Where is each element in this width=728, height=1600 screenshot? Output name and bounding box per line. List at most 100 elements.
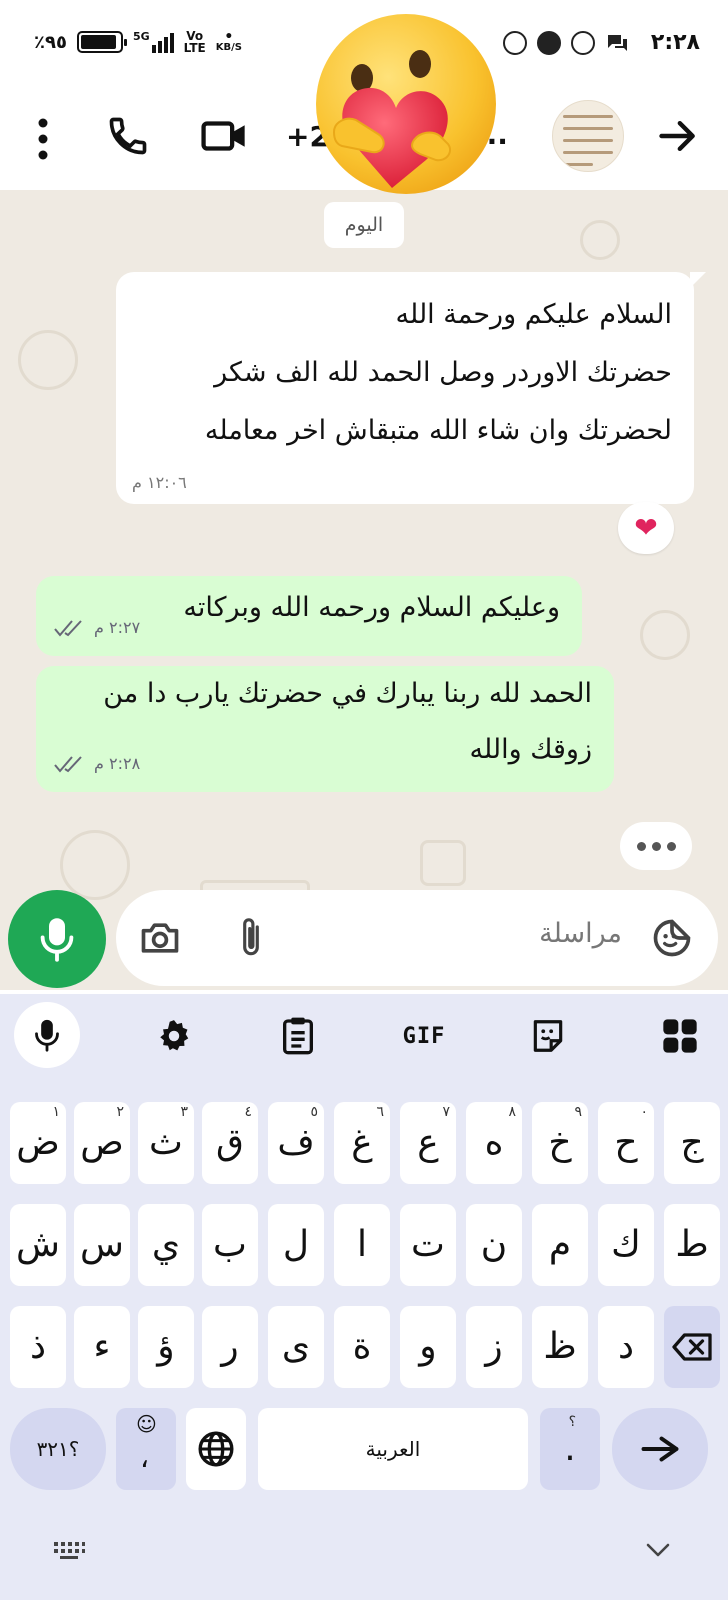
key[interactable]: ت bbox=[400, 1204, 456, 1286]
key[interactable]: ن bbox=[466, 1204, 522, 1286]
space-key[interactable]: العربية bbox=[258, 1408, 528, 1490]
key[interactable]: ٣ث bbox=[138, 1102, 194, 1184]
date-separator: اليوم bbox=[324, 202, 404, 248]
key[interactable]: ك bbox=[598, 1204, 654, 1286]
key[interactable]: ط bbox=[664, 1204, 720, 1286]
settings-button[interactable] bbox=[146, 1008, 202, 1064]
outgoing-message[interactable]: وعليكم السلام ورحمه الله وبركاته ٢:٢٧ م bbox=[36, 576, 582, 656]
language-key[interactable] bbox=[186, 1408, 246, 1490]
volte-indicator: Vo LTE bbox=[184, 30, 206, 54]
comma-label: ، bbox=[140, 1441, 150, 1474]
key[interactable]: ٦غ bbox=[334, 1102, 390, 1184]
reaction-heart[interactable]: ❤ bbox=[618, 502, 674, 554]
key-label: ح bbox=[614, 1122, 638, 1163]
arrow-forward-icon[interactable] bbox=[656, 114, 700, 158]
key[interactable]: ز bbox=[466, 1306, 522, 1388]
chevron-down-icon[interactable] bbox=[644, 1540, 672, 1560]
message-time: ١٢:٠٦ م bbox=[132, 473, 187, 492]
key[interactable]: ج bbox=[664, 1102, 720, 1184]
wallpaper-doodle bbox=[640, 610, 690, 660]
key[interactable]: ظ bbox=[532, 1306, 588, 1388]
key-label: ت bbox=[411, 1224, 445, 1265]
key[interactable]: ء bbox=[74, 1306, 130, 1388]
key[interactable]: ١ض bbox=[10, 1102, 66, 1184]
key[interactable]: ى bbox=[268, 1306, 324, 1388]
messenger-icon bbox=[502, 30, 527, 55]
key[interactable]: ٨ه bbox=[466, 1102, 522, 1184]
key-hint: ٩ bbox=[574, 1104, 582, 1120]
key[interactable]: و bbox=[400, 1306, 456, 1388]
key[interactable]: ي bbox=[138, 1204, 194, 1286]
chat-bubbles-icon bbox=[606, 34, 627, 51]
key[interactable]: ٢ص bbox=[74, 1102, 130, 1184]
key[interactable]: س bbox=[74, 1204, 130, 1286]
network-type: 5G bbox=[132, 30, 150, 43]
key[interactable]: ٧ع bbox=[400, 1102, 456, 1184]
key-label: ي bbox=[151, 1224, 181, 1265]
incoming-message[interactable]: السلام عليكم ورحمة الله حضرتك الاوردر وص… bbox=[116, 272, 706, 504]
message-line: وعليكم السلام ورحمه الله وبركاته bbox=[183, 592, 560, 623]
avatar[interactable] bbox=[552, 100, 624, 172]
key-hint: ٤ bbox=[244, 1104, 252, 1120]
key-hint: ؟ bbox=[568, 1414, 576, 1430]
smiley-icon: ☺ bbox=[136, 1412, 157, 1436]
video-icon[interactable] bbox=[200, 114, 250, 158]
key-label: د bbox=[617, 1326, 635, 1367]
apps-grid-button[interactable] bbox=[652, 1008, 708, 1064]
key-label: ض bbox=[16, 1122, 60, 1163]
signal-icon bbox=[151, 31, 174, 53]
more-vert-icon[interactable] bbox=[30, 114, 56, 164]
backspace-key[interactable] bbox=[664, 1306, 720, 1388]
key[interactable]: ذ bbox=[10, 1306, 66, 1388]
care-emoji-sticker[interactable] bbox=[310, 12, 500, 200]
space-label: العربية bbox=[365, 1437, 421, 1461]
key[interactable]: م bbox=[532, 1204, 588, 1286]
key[interactable]: ا bbox=[334, 1204, 390, 1286]
mic-icon bbox=[40, 918, 74, 962]
sticker-icon[interactable] bbox=[650, 916, 694, 960]
keyboard-voice-button[interactable] bbox=[14, 1002, 80, 1068]
key[interactable]: ٩خ bbox=[532, 1102, 588, 1184]
mic-icon bbox=[35, 1019, 59, 1052]
key-label: ى bbox=[281, 1326, 311, 1367]
double-check-icon bbox=[54, 755, 82, 773]
messenger-icon bbox=[536, 30, 561, 55]
keyboard-toolbar: GIF bbox=[0, 994, 728, 1078]
wallpaper-doodle bbox=[60, 830, 130, 900]
key[interactable]: د bbox=[598, 1306, 654, 1388]
key-label: ظ bbox=[543, 1326, 577, 1367]
clipboard-button[interactable] bbox=[270, 1008, 326, 1064]
key[interactable]: ٠ح bbox=[598, 1102, 654, 1184]
voice-record-button[interactable] bbox=[8, 890, 106, 988]
key[interactable]: ر bbox=[202, 1306, 258, 1388]
emoji-comma-key[interactable]: ☺ ، bbox=[116, 1408, 176, 1490]
key[interactable]: ٤ق bbox=[202, 1102, 258, 1184]
key-label: ب bbox=[213, 1224, 247, 1265]
symbols-key[interactable]: ؟٣٢١ bbox=[10, 1408, 106, 1490]
key[interactable]: ة bbox=[334, 1306, 390, 1388]
key[interactable]: ٥ف bbox=[268, 1102, 324, 1184]
key-hint: ٥ bbox=[310, 1104, 318, 1120]
keyboard[interactable]: GIF ج ٠ح ٩خ ٨ه ٧ع ٦غ ٥ف ٤ق ٣ث ٢ص ١ض ط ك … bbox=[0, 994, 728, 1600]
phone-icon[interactable] bbox=[106, 114, 150, 158]
keyboard-icon[interactable] bbox=[52, 1540, 86, 1562]
key-hint: ٨ bbox=[508, 1104, 516, 1120]
key[interactable]: ب bbox=[202, 1204, 258, 1286]
key[interactable]: ش bbox=[10, 1204, 66, 1286]
enter-key[interactable] bbox=[612, 1408, 708, 1490]
gif-button[interactable]: GIF bbox=[396, 1008, 452, 1064]
camera-icon[interactable] bbox=[138, 916, 182, 960]
period-key[interactable]: ؟ . bbox=[540, 1408, 600, 1490]
message-time: ٢:٢٨ م bbox=[94, 754, 141, 773]
battery-icon bbox=[76, 31, 127, 53]
key-label: و bbox=[419, 1326, 437, 1367]
attach-icon[interactable] bbox=[234, 916, 268, 960]
key-label: ؤ bbox=[157, 1326, 175, 1367]
key[interactable]: ؤ bbox=[138, 1306, 194, 1388]
chat-area[interactable]: اليوم السلام عليكم ورحمة الله حضرتك الاو… bbox=[0, 190, 728, 990]
sticker-button[interactable] bbox=[520, 1008, 576, 1064]
message-input[interactable]: مراسلة bbox=[116, 890, 718, 986]
key[interactable]: ل bbox=[268, 1204, 324, 1286]
outgoing-message[interactable]: الحمد لله ربنا يبارك في حضرتك يارب دا من… bbox=[36, 666, 614, 792]
message-line: الحمد لله ربنا يبارك في حضرتك يارب دا من bbox=[103, 678, 592, 709]
